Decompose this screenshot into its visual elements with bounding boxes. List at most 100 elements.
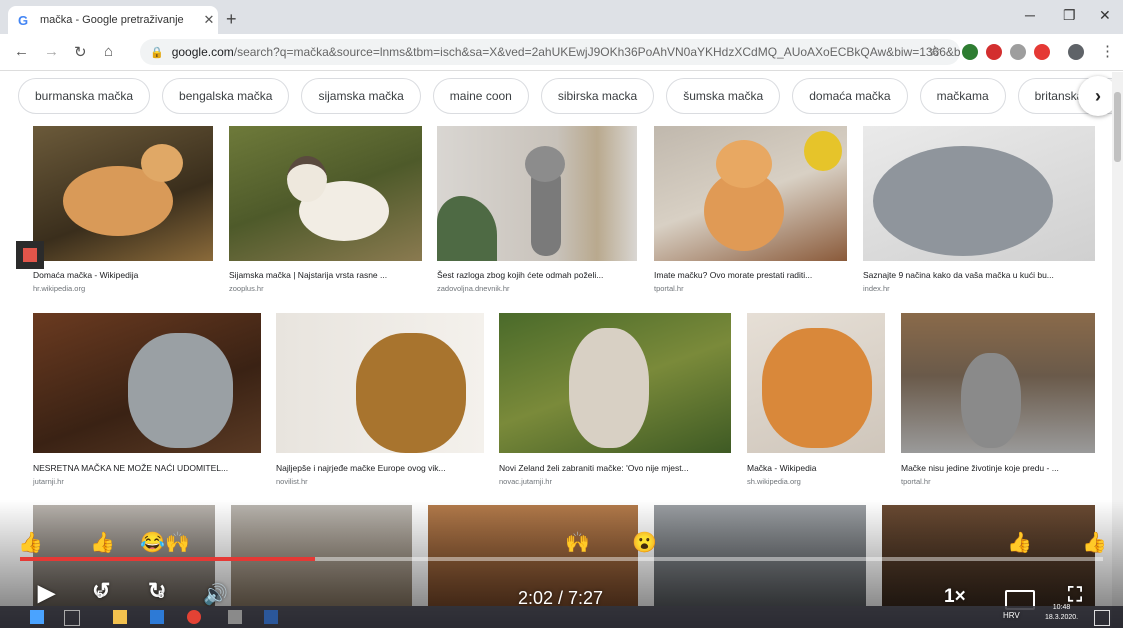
image-result[interactable]: Imate mačku? Ovo morate prestati raditi.… [654,126,847,296]
play-icon[interactable]: ▶ [38,580,55,606]
chip[interactable]: šumska mačka [666,78,781,114]
result-source[interactable]: sh.wikipedia.org [747,477,801,486]
adblock-icon[interactable] [986,44,1002,60]
cat-head-shape [141,144,183,182]
result-thumbnail[interactable] [229,126,422,261]
notification-icon[interactable] [1094,610,1110,626]
result-thumbnail[interactable] [33,313,261,453]
result-source[interactable]: hr.wikipedia.org [33,284,85,293]
system-clock[interactable]: 10:48 18.3.2020. [1045,603,1078,623]
restore-icon[interactable]: ❐ [1063,7,1076,24]
image-result[interactable]: NESRETNA MAČKA NE MOŽE NAĆI UDOMITEL... … [33,313,261,488]
image-result[interactable]: Novi Zeland želi zabraniti mačke: 'Ovo n… [499,313,731,488]
result-source[interactable]: tportal.hr [654,284,684,293]
cat-head-shape [716,140,772,188]
image-result[interactable]: Najljepše i najrjeđe mačke Europe ovog v… [276,313,484,488]
close-tab-icon[interactable]: ✕ [200,12,218,28]
image-result[interactable]: Domaća mačka - Wikipedija hr.wikipedia.o… [33,126,213,296]
bookmark-star-icon[interactable]: ☆ [928,42,941,60]
new-tab-icon[interactable]: + [226,9,237,30]
store-icon[interactable] [150,610,164,624]
image-result[interactable]: Mačke nisu jedine životinje koje predu -… [901,313,1095,488]
extension-icon[interactable] [962,44,978,60]
result-caption[interactable]: Domaća mačka - Wikipedija [33,270,213,280]
result-source[interactable]: novilist.hr [276,477,308,486]
task-view-icon[interactable] [64,610,80,626]
file-explorer-icon[interactable] [113,610,127,624]
scrollbar-thumb[interactable] [1114,92,1121,162]
forward-icon[interactable]: → [44,43,59,60]
cat-shape [128,333,233,448]
flower-shape [804,131,842,171]
chip[interactable]: burmanska mačka [18,78,151,114]
windows-start-icon[interactable] [30,610,44,624]
result-caption[interactable]: Sijamska mačka | Najstarija vrsta rasne … [229,270,422,280]
chip[interactable]: sijamska mačka [301,78,421,114]
raised-hands-emoji-icon: 🙌 [565,532,590,554]
result-thumbnail[interactable] [499,313,731,453]
image-result[interactable]: Mačka - Wikipedia sh.wikipedia.org [747,313,885,488]
tab-title: mačka - Google pretraživanje [40,14,184,26]
home-icon[interactable]: ⌂ [104,43,113,60]
image-result[interactable]: Saznajte 9 načina kako da vaša mačka u k… [863,126,1095,296]
record-square [23,248,37,262]
result-source[interactable]: zooplus.hr [229,284,264,293]
result-thumbnail[interactable] [901,313,1095,453]
result-caption[interactable]: Šest razloga zbog kojih ćete odmah požel… [437,270,637,280]
forward-icon[interactable]: ↻ 5 [148,578,166,604]
chrome-icon[interactable] [187,610,201,624]
result-thumbnail[interactable] [863,126,1095,261]
video-progress-bar[interactable] [20,557,1103,561]
browser-tab[interactable]: G mačka - Google pretraživanje ✕ [8,6,218,34]
result-caption[interactable]: Najljepše i najrjeđe mačke Europe ovog v… [276,463,484,473]
clock-time: 10:48 [1052,604,1071,611]
cat-shape [961,353,1021,448]
result-source[interactable]: index.hr [863,284,890,293]
browser-tab-strip: G mačka - Google pretraživanje ✕ + ─ ❐ ✕ [0,0,1123,34]
result-thumbnail[interactable] [276,313,484,453]
cat-shape [356,333,466,453]
rewind-icon[interactable]: ↺ 5 [92,578,110,604]
playback-speed-button[interactable]: 1× [944,586,966,608]
reload-icon[interactable]: ↻ [74,43,87,61]
record-stop-icon[interactable] [16,241,44,269]
image-result[interactable]: Sijamska mačka | Najstarija vrsta rasne … [229,126,422,296]
chip[interactable]: domaća mačka [792,78,908,114]
thumbs-up-emoji-icon: 👍 [1007,532,1032,554]
result-caption[interactable]: Saznajte 9 načina kako da vaša mačka u k… [863,270,1095,280]
result-source[interactable]: novac.jutarnji.hr [499,477,552,486]
minimize-icon[interactable]: ─ [1025,7,1035,23]
result-caption[interactable]: Mačka - Wikipedia [747,463,885,473]
result-source[interactable]: zadovoljna.dnevnik.hr [437,284,510,293]
image-result[interactable]: Šest razloga zbog kojih ćete odmah požel… [437,126,637,296]
result-thumbnail[interactable] [33,126,213,261]
cat-shape [569,328,649,448]
chip[interactable]: sibirska macka [540,78,655,114]
menu-dots-icon[interactable]: ⋮ [1100,42,1115,60]
extension-icon[interactable] [1010,44,1026,60]
result-thumbnail[interactable] [747,313,885,453]
profile-icon[interactable] [1068,44,1084,60]
word-icon[interactable] [264,610,278,624]
thumbs-up-emoji-icon: 👍 [90,532,115,554]
extension-icon[interactable] [1034,44,1050,60]
chip[interactable]: mačkama [919,78,1006,114]
volume-icon[interactable]: 🔊 [203,582,228,607]
close-window-icon[interactable]: ✕ [1099,7,1111,24]
result-thumbnail[interactable] [437,126,637,261]
calculator-icon[interactable] [228,610,242,624]
result-caption[interactable]: NESRETNA MAČKA NE MOŽE NAĆI UDOMITEL... [33,463,261,473]
address-bar[interactable]: 🔒 google.com/search?q=mačka&source=lnms&… [140,39,960,65]
result-caption[interactable]: Imate mačku? Ovo morate prestati raditi.… [654,270,847,280]
result-source[interactable]: jutarnji.hr [33,477,64,486]
result-caption[interactable]: Mačke nisu jedine životinje koje predu -… [901,463,1095,473]
progress-fill [20,557,315,561]
chip[interactable]: bengalska mačka [162,78,290,114]
result-caption[interactable]: Novi Zeland želi zabraniti mačke: 'Ovo n… [499,463,731,473]
result-thumbnail[interactable] [654,126,847,261]
result-source[interactable]: tportal.hr [901,477,931,486]
chip[interactable]: maine coon [432,78,529,114]
language-indicator[interactable]: HRV [1003,611,1020,620]
back-icon[interactable]: ← [14,43,29,60]
rewind-seconds: 5 [97,589,104,601]
